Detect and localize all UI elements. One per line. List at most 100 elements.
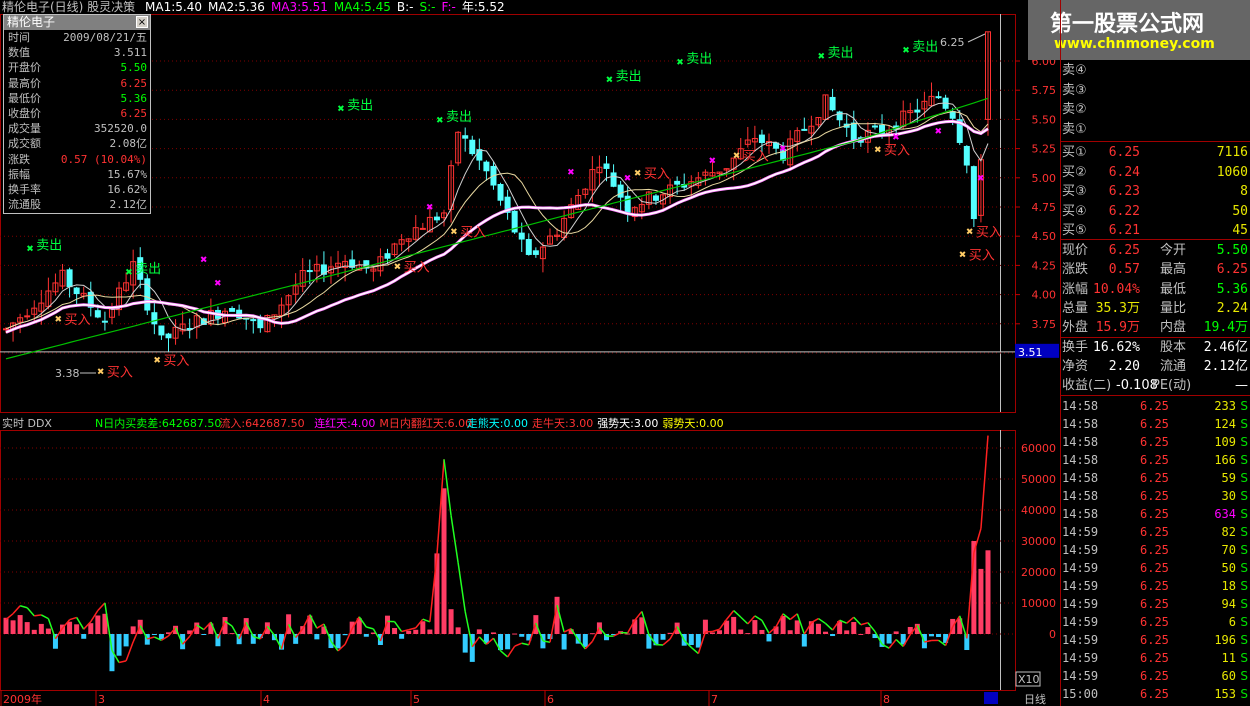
price-tick-label: 5.75 (1032, 84, 1057, 97)
ddx-bar (766, 634, 772, 642)
ddx-bar (794, 620, 800, 634)
ddx-bar (858, 633, 864, 635)
ddx-line-segment (733, 610, 742, 618)
tick-time: 14:59 (1062, 669, 1099, 683)
ddx-line-segment (980, 435, 989, 529)
candle-body (101, 320, 108, 323)
quote-value: 6.25 (1108, 243, 1140, 258)
candle-body (935, 96, 942, 99)
ddx-bar (462, 634, 468, 653)
tick-row: 14:59 6.25 94 S (1060, 595, 1250, 613)
ddx-indicator: 连红天:4.00 (314, 417, 375, 430)
tick-time: 14:58 (1062, 417, 1099, 431)
candle-body (24, 315, 31, 318)
ddx-line-segment (366, 626, 374, 630)
ddx-bar (67, 621, 73, 634)
ddx-bar (660, 634, 666, 640)
fundamental-value: 16.62% (1093, 340, 1140, 355)
buy-signal-icon: ✖ (450, 227, 458, 237)
tick-price: 6.25 (1140, 669, 1169, 683)
ddx-bar (490, 632, 496, 634)
tick-time: 14:58 (1062, 471, 1099, 485)
info-window[interactable]: 精伦电子 × 时间 2009/08/21/五 数值 3.511 开盘价 5.50 最高价 6.… (3, 14, 151, 214)
tick-row: 14:58 6.25 30 S (1060, 487, 1250, 505)
buy-signal-label: 买入 (404, 260, 430, 275)
ddx-line-segment (26, 607, 35, 617)
tick-time: 14:58 (1062, 489, 1099, 503)
quote-key: 总量 (1062, 300, 1089, 316)
date-label: 6 (547, 693, 554, 706)
bid-row: 买⑤ 6.21 45 (1060, 221, 1250, 240)
tick-row: 14:59 6.25 11 S (1060, 649, 1250, 667)
tick-row: 14:58 6.25 124 S (1060, 415, 1250, 433)
buy-signal-icon: ✖ (959, 251, 967, 261)
tick-time: 14:59 (1062, 615, 1099, 629)
info-key: 流通股 (8, 198, 41, 212)
info-row: 换手率 16.62% (4, 182, 150, 197)
ddx-line-segment (408, 627, 416, 631)
tick-row: 14:59 6.25 6 S (1060, 613, 1250, 631)
ddx-line-segment (514, 642, 523, 647)
magenta-marker-icon: ✖ (779, 145, 787, 155)
ddx-bar (844, 630, 850, 634)
candle-body (151, 312, 158, 325)
ddx-bar (752, 620, 758, 634)
info-window-titlebar[interactable]: 精伦电子 × (4, 15, 150, 30)
ddx-bar (519, 634, 525, 637)
candle-body (914, 109, 921, 113)
sell-signal-label: 卖出 (135, 262, 161, 277)
ddx-bar (342, 634, 348, 636)
ddx-bar (512, 633, 518, 635)
price-tick-label: 4.00 (1032, 289, 1057, 302)
kline-chart[interactable]: 6.005.755.505.255.004.754.504.254.003.75… (0, 0, 1060, 706)
info-key: 收盘价 (8, 106, 41, 120)
sell-signal-label: 卖出 (912, 40, 938, 55)
ddx-bar (476, 629, 482, 634)
sell-signal-icon: ✖ (676, 58, 684, 68)
ask-label: 卖③ (1062, 82, 1087, 98)
quote-value: 0.57 (1108, 262, 1140, 278)
tick-volume: 94 (1221, 597, 1236, 611)
quote-row: 现价 6.25 今开 5.50 (1060, 241, 1250, 260)
ddx-tick-label: 60000 (1021, 442, 1056, 455)
tick-side: S (1240, 615, 1248, 629)
tick-price: 6.25 (1140, 633, 1169, 647)
close-icon[interactable]: × (136, 16, 148, 28)
tick-side: S (1240, 435, 1248, 449)
quote-key: 现价 (1062, 243, 1089, 258)
ddx-bar (625, 633, 631, 635)
candle-body (603, 163, 610, 169)
buy-signal-label: 买入 (460, 225, 486, 240)
tick-time: 14:59 (1062, 633, 1099, 647)
ddx-line-segment (818, 617, 826, 625)
tick-volume: 82 (1221, 525, 1236, 539)
info-row: 振幅 15.67% (4, 167, 150, 182)
tick-volume: 59 (1221, 471, 1236, 485)
sell-signal-icon: ✖ (436, 116, 444, 126)
ddx-bar (88, 623, 94, 634)
quote-key: 涨幅 (1062, 281, 1089, 297)
ddx-line-segment (34, 614, 42, 617)
ddx-bar (441, 488, 447, 634)
ddx-bar (709, 632, 715, 634)
fundamental-key: 换手 (1062, 340, 1089, 355)
ddx-bar (151, 634, 157, 635)
price-tick-label: 5.25 (1032, 143, 1057, 156)
tick-side: S (1240, 417, 1248, 431)
tick-row: 14:58 6.25 109 S (1060, 433, 1250, 451)
ddx-bar (978, 568, 984, 634)
magenta-marker-icon: ✖ (624, 174, 632, 184)
ddx-tick-label: 10000 (1021, 597, 1056, 610)
candle-body (829, 96, 836, 111)
bid-label: 买③ (1062, 184, 1087, 200)
ma-label: S:- (419, 0, 436, 14)
info-value: 0.57 (10.04%) (60, 152, 147, 166)
info-value: 3.511 (113, 46, 147, 60)
pe-value: — (1235, 378, 1248, 393)
tick-volume: 30 (1221, 489, 1236, 503)
tick-price: 6.25 (1140, 489, 1169, 503)
tick-row: 14:58 6.25 634 S (1060, 505, 1250, 523)
candle-body (850, 122, 857, 141)
quote-value: 19.4万 (1203, 320, 1248, 336)
info-value: 15.67% (107, 167, 147, 181)
